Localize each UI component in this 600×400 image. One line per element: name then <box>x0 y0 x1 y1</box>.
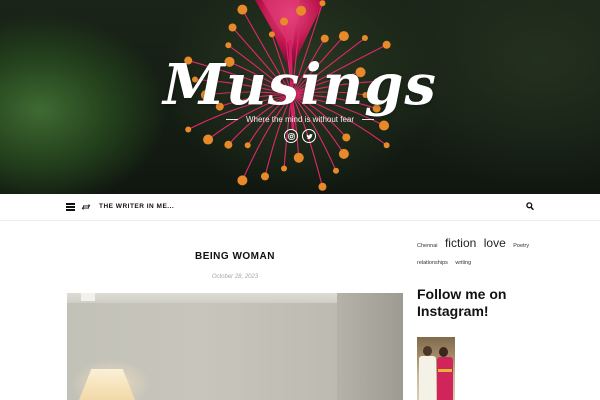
tagline-divider-left <box>225 119 238 120</box>
hamburger-menu-icon[interactable] <box>66 203 75 211</box>
tag-love[interactable]: love <box>484 236 506 250</box>
tag-fiction[interactable]: fiction <box>445 236 476 250</box>
image-wall-edge <box>337 293 403 400</box>
tag-writing[interactable]: writing <box>455 260 471 266</box>
image-light-fixture <box>81 293 95 301</box>
instagram-widget-heading: Follow me on Instagram! <box>417 286 507 319</box>
social-links <box>0 129 600 143</box>
photo-woman-figure <box>437 357 453 400</box>
nav-item-the-writer-in-me[interactable]: The Writer in Me... <box>99 203 174 210</box>
instagram-link[interactable] <box>284 129 298 143</box>
twitter-icon <box>305 133 313 139</box>
site-header-hero: Musings Where the mind is without fear <box>0 0 600 194</box>
photo-man-figure <box>419 356 436 400</box>
post-featured-image[interactable] <box>67 293 403 400</box>
post-title[interactable]: Being Woman <box>67 251 403 262</box>
repost-icon[interactable] <box>81 202 91 212</box>
photo-saree-border <box>438 369 452 372</box>
tagline-row: Where the mind is without fear <box>0 115 600 124</box>
photo-woman-head <box>439 347 448 357</box>
tagline-divider-right <box>362 119 375 120</box>
tag-poetry[interactable]: Poetry <box>513 243 529 249</box>
site-title[interactable]: Musings <box>0 52 600 118</box>
instagram-icon <box>287 132 295 140</box>
photo-man-head <box>423 346 432 356</box>
main-navbar: The Writer in Me... <box>0 194 600 221</box>
search-icon[interactable] <box>526 202 534 211</box>
twitter-link[interactable] <box>302 129 316 143</box>
tag-chennai[interactable]: Chennai <box>417 243 438 249</box>
post-date: October 28, 2023 <box>211 274 259 280</box>
tag-relationships[interactable]: relationships <box>417 260 448 266</box>
instagram-photo[interactable] <box>417 337 455 400</box>
site-tagline: Where the mind is without fear <box>245 115 355 124</box>
tag-cloud: Chennai fiction love Poetry relationship… <box>417 236 547 270</box>
